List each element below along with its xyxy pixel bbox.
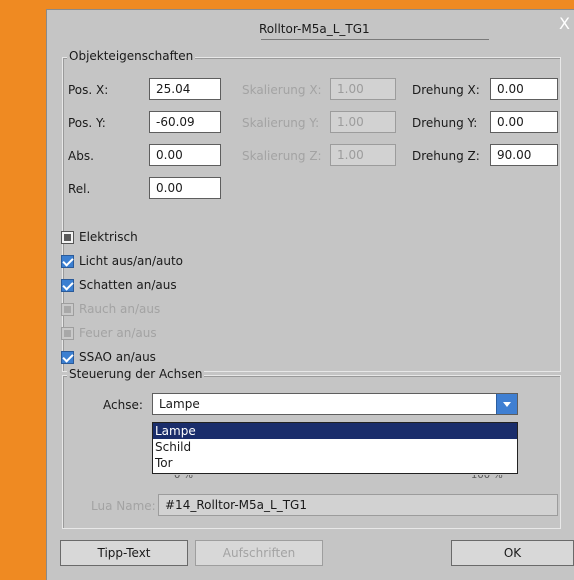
object-properties-legend: Objekteigenschaften bbox=[67, 49, 196, 63]
checkbox-row: Feuer an/aus bbox=[61, 324, 157, 342]
pos-x-field[interactable]: 25.04 bbox=[149, 78, 221, 100]
dropdown-option[interactable]: Schild bbox=[153, 439, 517, 455]
properties-dialog: Rolltor-M5a_L_TG1 X Objekteigenschaften … bbox=[46, 9, 574, 580]
checkbox-row: Rauch an/aus bbox=[61, 300, 160, 318]
rotation-x-field[interactable]: 0.00 bbox=[490, 78, 558, 100]
checkbox-indeterminate-icon bbox=[61, 302, 74, 316]
checkbox-row[interactable]: Schatten an/aus bbox=[61, 276, 177, 294]
scale-y-field: 1.00 bbox=[330, 111, 396, 133]
close-icon[interactable]: X bbox=[559, 16, 574, 32]
axis-select-value: Lampe bbox=[159, 397, 200, 411]
dropdown-option[interactable]: Lampe bbox=[153, 423, 517, 439]
tipp-text-button[interactable]: Tipp-Text bbox=[60, 540, 188, 566]
checkbox-checked-icon[interactable] bbox=[61, 254, 74, 268]
scale-y-label: Skalierung Y: bbox=[242, 116, 320, 130]
lua-name-label: Lua Name: bbox=[91, 499, 156, 513]
title-underline bbox=[261, 39, 489, 40]
rotation-y-label: Drehung Y: bbox=[412, 116, 478, 130]
checkbox-label: Feuer an/aus bbox=[79, 326, 157, 340]
axis-dropdown-list: Lampe Schild Tor bbox=[152, 422, 518, 474]
abs-field[interactable]: 0.00 bbox=[149, 144, 221, 166]
aufschriften-button: Aufschriften bbox=[195, 540, 323, 566]
axis-select[interactable]: Lampe bbox=[152, 393, 518, 415]
rotation-x-label: Drehung X: bbox=[412, 83, 480, 97]
axis-label: Achse: bbox=[103, 398, 143, 412]
checkbox-checked-icon[interactable] bbox=[61, 278, 74, 292]
scale-z-label: Skalierung Z: bbox=[242, 149, 322, 163]
abs-label: Abs. bbox=[68, 149, 94, 163]
checkbox-row[interactable]: SSAO an/aus bbox=[61, 348, 156, 366]
checkbox-label: Schatten an/aus bbox=[79, 278, 177, 292]
pos-x-label: Pos. X: bbox=[68, 83, 109, 97]
checkbox-checked-icon[interactable] bbox=[61, 350, 74, 364]
dropdown-option[interactable]: Tor bbox=[153, 455, 517, 471]
axis-control-legend: Steuerung der Achsen bbox=[67, 367, 205, 381]
scale-z-field: 1.00 bbox=[330, 144, 396, 166]
rel-label: Rel. bbox=[68, 182, 91, 196]
chevron-down-icon[interactable] bbox=[496, 394, 517, 414]
slider-max-label: 100 % bbox=[471, 475, 503, 481]
rel-field[interactable]: 0.00 bbox=[149, 177, 221, 199]
scale-x-field: 1.00 bbox=[330, 78, 396, 100]
lua-name-field: #14_Rolltor-M5a_L_TG1 bbox=[158, 494, 558, 516]
rotation-y-field[interactable]: 0.00 bbox=[490, 111, 558, 133]
checkbox-label: Licht aus/an/auto bbox=[79, 254, 184, 268]
pos-y-label: Pos. Y: bbox=[68, 116, 106, 130]
checkbox-indeterminate-icon[interactable] bbox=[61, 230, 74, 244]
slider-min-label: 0 % bbox=[174, 475, 194, 481]
checkbox-row[interactable]: Licht aus/an/auto bbox=[61, 252, 183, 270]
title-bar: Rolltor-M5a_L_TG1 X bbox=[47, 10, 574, 50]
scale-x-label: Skalierung X: bbox=[242, 83, 322, 97]
checkbox-indeterminate-icon bbox=[61, 326, 74, 340]
checkbox-row[interactable]: Elektrisch bbox=[61, 228, 138, 246]
checkbox-label: Elektrisch bbox=[79, 230, 138, 244]
checkbox-label: SSAO an/aus bbox=[79, 350, 156, 364]
rotation-z-label: Drehung Z: bbox=[412, 149, 480, 163]
window-title: Rolltor-M5a_L_TG1 bbox=[259, 22, 370, 36]
rotation-z-field[interactable]: 90.00 bbox=[490, 144, 558, 166]
ok-button[interactable]: OK bbox=[451, 540, 574, 566]
pos-y-field[interactable]: -60.09 bbox=[149, 111, 221, 133]
checkbox-label: Rauch an/aus bbox=[79, 302, 161, 316]
